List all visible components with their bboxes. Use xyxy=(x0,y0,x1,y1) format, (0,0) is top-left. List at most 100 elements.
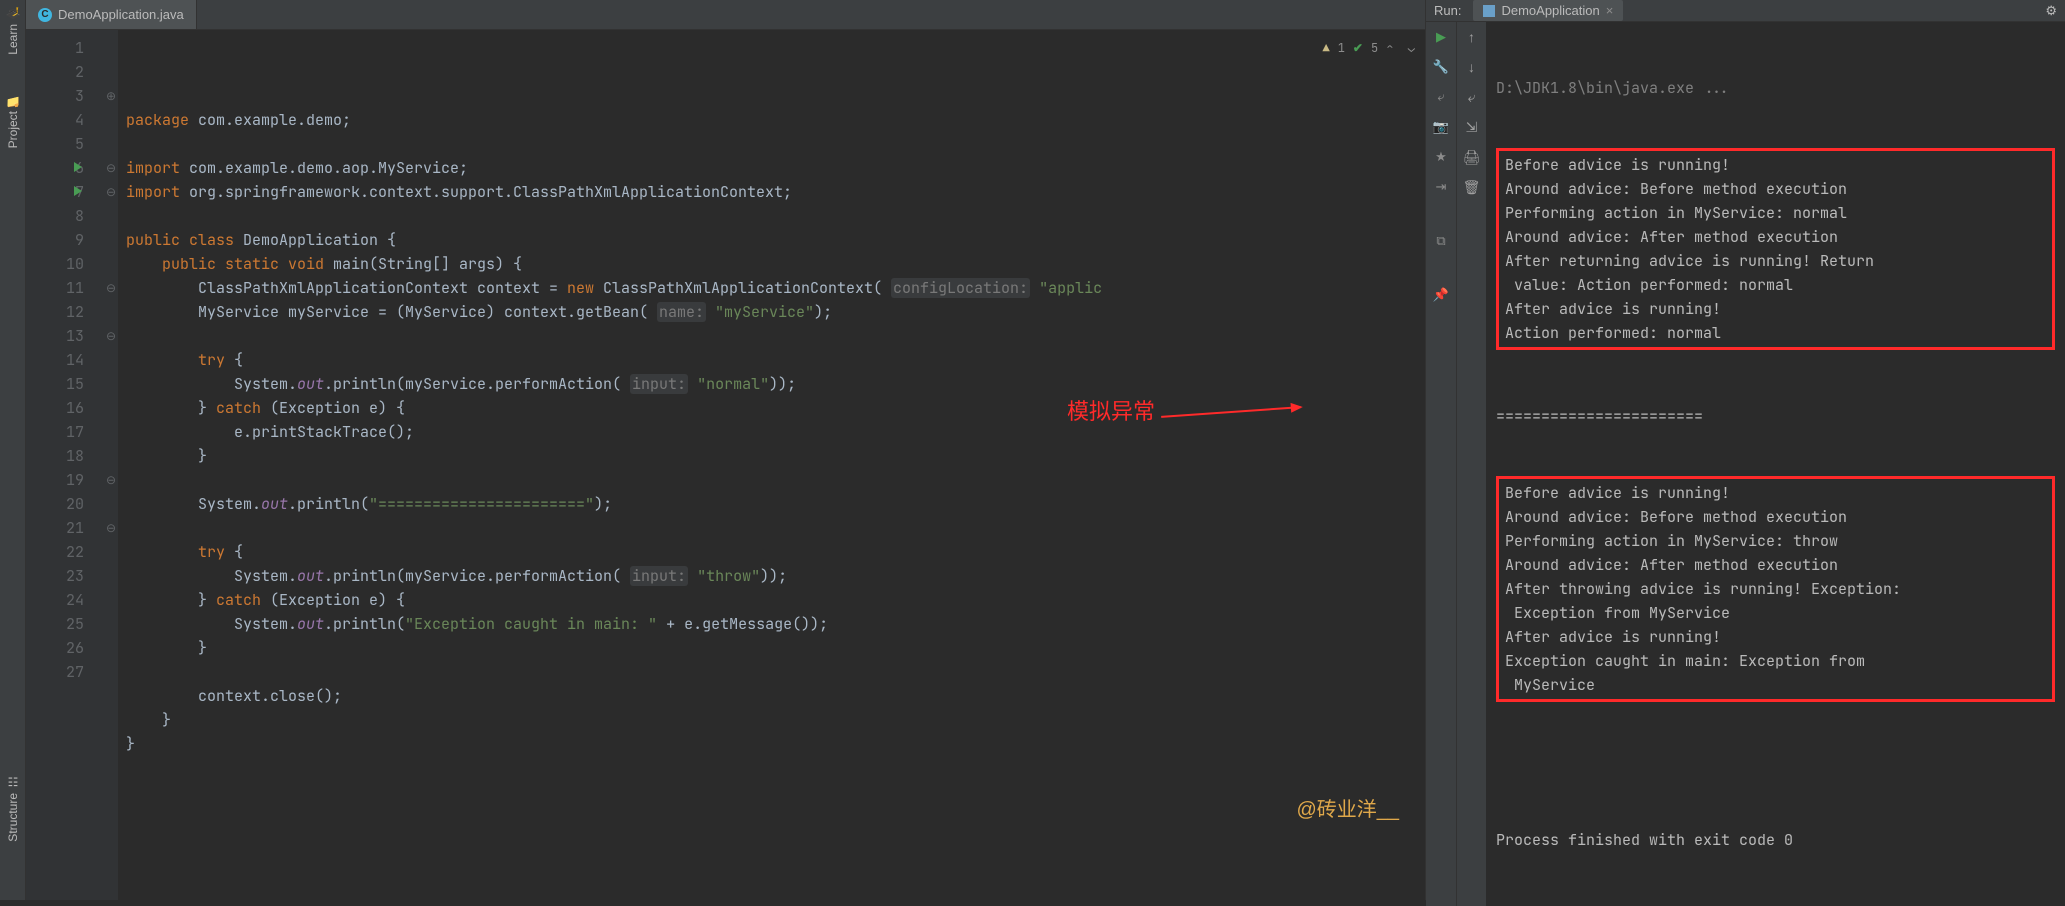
run-settings-icon[interactable]: ⚙ xyxy=(2045,3,2057,19)
console-line: After advice is running! xyxy=(1505,297,2046,321)
star-icon[interactable]: ★ xyxy=(1432,148,1450,166)
rerun-icon[interactable]: ▶ xyxy=(1432,28,1450,46)
line-number: 1 xyxy=(26,36,84,60)
exit-icon[interactable]: ⇥ xyxy=(1432,178,1450,196)
code-line[interactable] xyxy=(126,324,1425,348)
line-number: 21 xyxy=(26,516,84,540)
ok-count: 5 xyxy=(1371,36,1378,60)
code-line[interactable]: } xyxy=(126,444,1425,468)
fold-mark-icon[interactable]: ⊖ xyxy=(104,276,118,300)
code-line[interactable]: context.close(); xyxy=(126,684,1425,708)
code-line[interactable]: try { xyxy=(126,540,1425,564)
fold-mark-icon xyxy=(104,300,118,324)
line-number: 10 xyxy=(26,252,84,276)
fold-mark-icon xyxy=(104,108,118,132)
line-number: 16 xyxy=(26,396,84,420)
scroll-end-icon[interactable]: ⇲ xyxy=(1463,118,1481,136)
code-line[interactable]: System.out.println("====================… xyxy=(126,492,1425,516)
line-number: 27 xyxy=(26,660,84,684)
code-line[interactable]: try { xyxy=(126,348,1425,372)
structure-tab[interactable]: Structure ☷ xyxy=(6,775,20,842)
code-line[interactable]: package com.example.demo; xyxy=(126,108,1425,132)
camera-icon[interactable]: 📷 xyxy=(1432,118,1450,136)
ok-icon: ✔ xyxy=(1353,36,1363,60)
fold-mark-icon[interactable]: ⊖ xyxy=(104,156,118,180)
console-line: Action performed: normal xyxy=(1505,321,2046,345)
editor-body[interactable]: 1234567891011121314151617181920212223242… xyxy=(26,30,1425,900)
run-config-tab[interactable]: DemoApplication × xyxy=(1473,0,1623,21)
wrap-icon[interactable]: ⤶ xyxy=(1432,88,1450,106)
clear-icon[interactable]: 🗑 xyxy=(1463,178,1481,196)
code-line[interactable]: } catch (Exception e) { xyxy=(126,588,1425,612)
code-line[interactable]: System.out.println(myService.performActi… xyxy=(126,372,1425,396)
code-line[interactable]: public static void main(String[] args) { xyxy=(126,252,1425,276)
fold-mark-icon xyxy=(104,420,118,444)
up-arrow-icon[interactable]: ↑ xyxy=(1463,28,1481,46)
code-line[interactable] xyxy=(126,660,1425,684)
console-line: Before advice is running! xyxy=(1505,481,2046,505)
line-number: 2 xyxy=(26,60,84,84)
console-line: After throwing advice is running! Except… xyxy=(1505,577,2046,601)
fold-mark-icon xyxy=(104,36,118,60)
project-tab[interactable]: Project 📁 xyxy=(6,93,20,148)
line-number: 11 xyxy=(26,276,84,300)
pin-icon[interactable]: 📌 xyxy=(1432,286,1450,304)
caret-icons[interactable]: ⌃ ⌄ xyxy=(1386,36,1415,60)
warning-icon: ▲ xyxy=(1323,36,1330,60)
line-number: 25 xyxy=(26,612,84,636)
code-line[interactable]: } xyxy=(126,708,1425,732)
code-line[interactable]: e.printStackTrace(); xyxy=(126,420,1425,444)
code-line[interactable]: } catch (Exception e) { xyxy=(126,396,1425,420)
close-run-tab-icon[interactable]: × xyxy=(1606,3,1614,18)
print-icon[interactable]: 🖨 xyxy=(1463,148,1481,166)
line-number: 24 xyxy=(26,588,84,612)
code-line[interactable]: public class DemoApplication { xyxy=(126,228,1425,252)
run-gutter-icon[interactable] xyxy=(74,162,82,172)
code-line[interactable]: System.out.println("Exception caught in … xyxy=(126,612,1425,636)
line-number: 7 xyxy=(26,180,84,204)
code-line[interactable]: } xyxy=(126,732,1425,756)
code-line[interactable]: } xyxy=(126,636,1425,660)
code-line[interactable] xyxy=(126,468,1425,492)
fold-mark-icon[interactable]: ⊕ xyxy=(104,84,118,108)
line-number: 6 xyxy=(26,156,84,180)
fold-mark-icon[interactable]: ⊖ xyxy=(104,468,118,492)
learn-tab[interactable]: Learn 🎓 xyxy=(6,6,20,55)
fold-mark-icon xyxy=(104,228,118,252)
tool-window-strip: Learn 🎓 Project 📁 Structure ☷ xyxy=(0,0,26,900)
layout-icon[interactable]: ⧉ xyxy=(1432,232,1450,250)
code-line[interactable]: ClassPathXmlApplicationContext context =… xyxy=(126,276,1425,300)
code-area[interactable]: ▲ 1 ✔ 5 ⌃ ⌄ package com.example.demo; im… xyxy=(118,30,1425,900)
fold-mark-icon xyxy=(104,444,118,468)
inspection-widget[interactable]: ▲ 1 ✔ 5 ⌃ ⌄ xyxy=(1323,36,1415,60)
line-number: 13 xyxy=(26,324,84,348)
fold-mark-icon[interactable]: ⊖ xyxy=(104,180,118,204)
code-line[interactable] xyxy=(126,204,1425,228)
console-line: Performing action in MyService: throw xyxy=(1505,529,2046,553)
line-number: 23 xyxy=(26,564,84,588)
console-separator: ======================= xyxy=(1496,404,2055,428)
console-line: Performing action in MyService: normal xyxy=(1505,201,2046,225)
soft-wrap-icon[interactable]: ⤶ xyxy=(1463,88,1481,106)
code-line[interactable]: MyService myService = (MyService) contex… xyxy=(126,300,1425,324)
fold-mark-icon[interactable]: ⊖ xyxy=(104,324,118,348)
line-number: 14 xyxy=(26,348,84,372)
fold-mark-icon xyxy=(104,132,118,156)
code-line[interactable] xyxy=(126,516,1425,540)
console-output[interactable]: D:\JDK1.8\bin\java.exe ... Before advice… xyxy=(1486,22,2065,906)
console-line: Around advice: After method execution xyxy=(1505,225,2046,249)
line-number-gutter: 1234567891011121314151617181920212223242… xyxy=(26,30,104,900)
wrench-icon[interactable]: 🔧 xyxy=(1432,58,1450,76)
file-tab-label: DemoApplication.java xyxy=(58,7,184,22)
code-line[interactable]: import org.springframework.context.suppo… xyxy=(126,180,1425,204)
fold-gutter[interactable]: ⊕⊖⊖⊖⊖⊖⊖ xyxy=(104,30,118,900)
code-line[interactable]: System.out.println(myService.performActi… xyxy=(126,564,1425,588)
code-line[interactable]: import com.example.demo.aop.MyService; xyxy=(126,156,1425,180)
run-label: Run: xyxy=(1434,3,1461,18)
fold-mark-icon[interactable]: ⊖ xyxy=(104,516,118,540)
code-line[interactable] xyxy=(126,132,1425,156)
line-number: 9 xyxy=(26,228,84,252)
file-tab-demoapplication[interactable]: C DemoApplication.java xyxy=(26,0,197,29)
run-gutter-icon[interactable] xyxy=(74,186,82,196)
down-arrow-icon[interactable]: ↓ xyxy=(1463,58,1481,76)
